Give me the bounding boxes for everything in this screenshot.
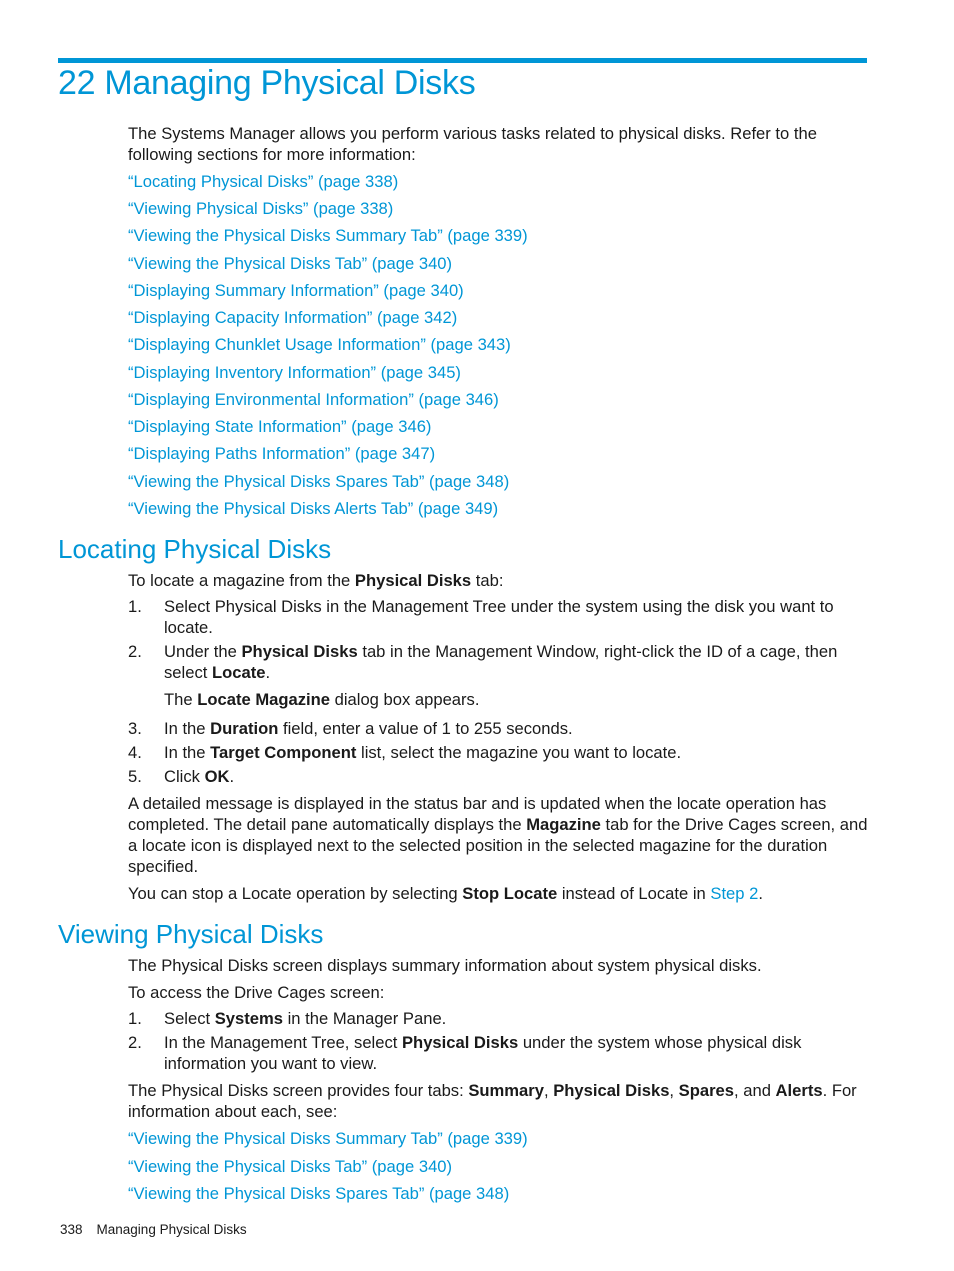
- bold-term: OK: [204, 767, 230, 786]
- bold-term: Target Component: [210, 743, 357, 762]
- tab-name-spares: Spares: [678, 1081, 735, 1100]
- see-also-link[interactable]: “Viewing the Physical Disks Spares Tab” …: [128, 1183, 509, 1204]
- chapter-title-text: Managing Physical Disks: [104, 64, 476, 102]
- toc-link[interactable]: “Viewing the Physical Disks Summary Tab”…: [128, 225, 528, 246]
- step-text: Select Physical Disks in the Management …: [164, 597, 834, 637]
- tab-name-alerts: Alerts: [775, 1081, 823, 1100]
- step-number: 1.: [128, 597, 142, 616]
- toc-link[interactable]: “Displaying Chunklet Usage Information” …: [128, 334, 511, 355]
- text: Select: [164, 1009, 215, 1028]
- see-also-link[interactable]: “Viewing the Physical Disks Summary Tab”…: [128, 1128, 528, 1149]
- locating-step-1: 1. Select Physical Disks in the Manageme…: [128, 596, 868, 638]
- toc-link[interactable]: “Viewing the Physical Disks Tab” (page 3…: [128, 253, 452, 274]
- chapter-rule: [58, 58, 867, 63]
- step-text: In the Management Tree, select Physical …: [164, 1032, 868, 1074]
- step-text: In the Duration field, enter a value of …: [164, 718, 868, 739]
- step-number: 4.: [128, 743, 142, 762]
- tabs-paragraph: The Physical Disks screen provides four …: [128, 1080, 868, 1122]
- text: .: [265, 663, 271, 682]
- chapter-number: 22: [58, 64, 96, 102]
- viewing-step-2: 2. In the Management Tree, select Physic…: [128, 1032, 868, 1074]
- locating-step-5: 5. Click OK.: [128, 766, 868, 787]
- step-number: 1.: [128, 1009, 142, 1028]
- bold-term: Physical Disks: [241, 642, 358, 661]
- step-number: 2.: [128, 642, 142, 661]
- toc-link[interactable]: “Displaying Summary Information” (page 3…: [128, 280, 464, 301]
- toc-link[interactable]: “Displaying Environmental Information” (…: [128, 389, 499, 410]
- text: ,: [669, 1081, 679, 1100]
- toc-link[interactable]: “Displaying Capacity Information” (page …: [128, 307, 457, 328]
- bold-term: Locate Magazine: [197, 690, 331, 709]
- bold-term: Stop Locate: [462, 884, 558, 903]
- page-number: 338: [60, 1222, 83, 1237]
- text: field, enter a value of 1 to 255 seconds…: [278, 719, 573, 738]
- text: list, select the magazine you want to lo…: [356, 743, 682, 762]
- text: The Physical Disks screen provides four …: [128, 1081, 469, 1100]
- text: In the: [164, 719, 211, 738]
- text: You can stop a Locate operation by selec…: [128, 884, 463, 903]
- step-number: 5.: [128, 767, 142, 786]
- text: in the Manager Pane.: [283, 1009, 447, 1028]
- viewing-paragraph-1: The Physical Disks screen displays summa…: [128, 956, 762, 975]
- step-text: Under the Physical Disks tab in the Mana…: [164, 641, 868, 683]
- text: The: [164, 690, 198, 709]
- bold-term: Physical Disks: [401, 1033, 519, 1052]
- toc-link[interactable]: “Locating Physical Disks” (page 338): [128, 171, 398, 192]
- page-footer: 338 Managing Physical Disks: [60, 1222, 247, 1237]
- text: In the: [164, 743, 211, 762]
- text: In the Management Tree, select: [164, 1033, 402, 1052]
- note-text: The Locate Magazine dialog box appears.: [164, 689, 868, 710]
- toc-link[interactable]: “Viewing the Physical Disks Alerts Tab” …: [128, 498, 498, 519]
- viewing-paragraph-2: To access the Drive Cages screen:: [128, 983, 385, 1002]
- text: Click: [164, 767, 205, 786]
- toc-link[interactable]: “Displaying Inventory Information” (page…: [128, 362, 461, 383]
- locating-step-4: 4. In the Target Component list, select …: [128, 742, 868, 763]
- bold-term: Magazine: [526, 815, 601, 834]
- text: Under the: [164, 642, 242, 661]
- bold-term: Systems: [214, 1009, 283, 1028]
- locating-step-2: 2. Under the Physical Disks tab in the M…: [128, 641, 868, 683]
- text: dialog box appears.: [330, 690, 480, 709]
- locating-step-3: 3. In the Duration field, enter a value …: [128, 718, 868, 739]
- text: ,: [543, 1081, 554, 1100]
- step-text: Click OK.: [164, 766, 868, 787]
- section-heading-viewing: Viewing Physical Disks: [58, 919, 324, 949]
- text: .: [229, 767, 235, 786]
- bold-term: Duration: [210, 719, 279, 738]
- toc-link[interactable]: “Viewing the Physical Disks Spares Tab” …: [128, 471, 509, 492]
- text: instead of Locate in: [557, 884, 711, 903]
- text: tab:: [471, 571, 504, 590]
- intro-paragraph: The Systems Manager allows you perform v…: [128, 124, 817, 164]
- see-also-link[interactable]: “Viewing the Physical Disks Tab” (page 3…: [128, 1156, 452, 1177]
- text: , and: [734, 1081, 776, 1100]
- text: .: [758, 884, 763, 903]
- toc-link[interactable]: “Viewing Physical Disks” (page 338): [128, 198, 393, 219]
- viewing-step-1: 1. Select Systems in the Manager Pane.: [128, 1008, 868, 1029]
- footer-title: Managing Physical Disks: [96, 1222, 247, 1237]
- tab-name-physical-disks: Physical Disks: [553, 1081, 670, 1100]
- step-number: 3.: [128, 719, 142, 738]
- tab-name-summary: Summary: [468, 1081, 544, 1100]
- locating-detail-paragraph: A detailed message is displayed in the s…: [128, 793, 868, 877]
- section-heading-locating: Locating Physical Disks: [58, 534, 332, 564]
- text: To locate a magazine from the: [128, 571, 355, 590]
- step-2-link[interactable]: Step 2: [710, 884, 758, 903]
- bold-term: Physical Disks: [354, 571, 472, 590]
- toc-link[interactable]: “Displaying State Information” (page 346…: [128, 416, 431, 437]
- chapter-title: 22 Managing Physical Disks: [58, 64, 476, 103]
- step-text: In the Target Component list, select the…: [164, 742, 868, 763]
- step-2-note: The Locate Magazine dialog box appears.: [128, 689, 868, 710]
- stop-locate-paragraph: You can stop a Locate operation by selec…: [128, 883, 868, 904]
- step-number: 2.: [128, 1033, 142, 1052]
- locating-lead: To locate a magazine from the Physical D…: [128, 570, 868, 591]
- bold-term: Locate: [211, 663, 266, 682]
- toc-link[interactable]: “Displaying Paths Information” (page 347…: [128, 443, 435, 464]
- step-text: Select Systems in the Manager Pane.: [164, 1008, 868, 1029]
